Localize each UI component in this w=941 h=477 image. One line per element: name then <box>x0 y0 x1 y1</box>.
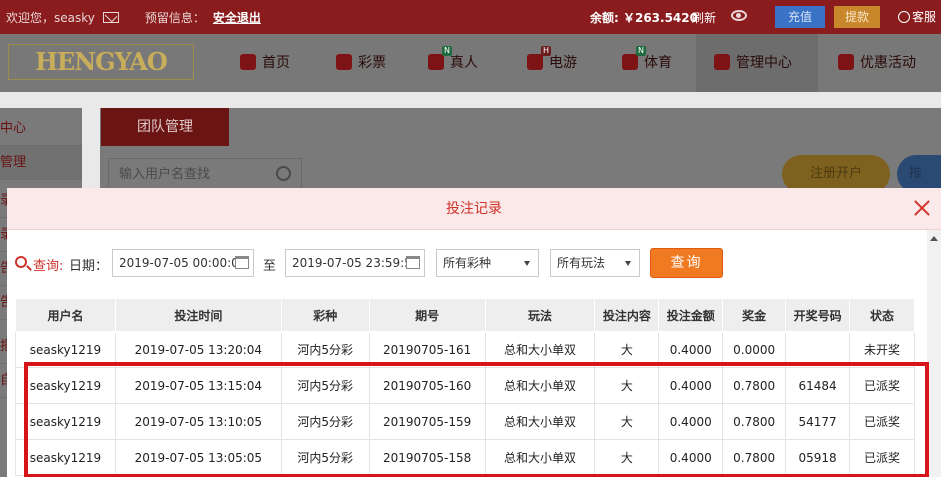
close-icon[interactable] <box>912 198 932 218</box>
date-label: 日期： <box>69 259 109 274</box>
new-badge: N <box>636 46 646 56</box>
chevron-down-icon <box>625 261 631 266</box>
reserved-info-label: 预留信息： <box>144 10 205 25</box>
recharge-button[interactable]: 充值 <box>775 6 825 28</box>
col-amount: 投注金额 <box>658 298 724 332</box>
nav-item-management[interactable]: 管理中心 <box>714 52 792 72</box>
chevron-down-icon <box>524 261 530 266</box>
filter-bar: 查询: 日期： 2019-07-05 00:00:00 至 2019-07-05… <box>7 248 927 278</box>
col-username: 用户名 <box>15 298 116 332</box>
site-logo[interactable]: HENGYAO <box>8 44 194 80</box>
ticket-icon <box>336 54 352 70</box>
customer-service-link[interactable]: 客服 <box>898 8 936 25</box>
nav-item-promotions[interactable]: 优惠活动 <box>838 52 916 72</box>
main-nav: HENGYAO 首页 彩票 N 真人 H 电游 N 体育 管理中心 优惠活动 <box>0 34 941 92</box>
chevron-up-icon[interactable] <box>930 236 938 241</box>
sidebar-item-management[interactable]: 管理 <box>0 146 82 180</box>
annotation-highlight-box <box>24 362 929 477</box>
balance-text: 余额: ￥263.5420 <box>590 10 698 25</box>
col-play: 玩法 <box>484 298 596 332</box>
col-content: 投注内容 <box>594 298 660 332</box>
col-issue: 期号 <box>368 298 486 332</box>
logout-link[interactable]: 安全退出 <box>213 9 261 26</box>
user-search-input[interactable]: 输入用户名查找 <box>108 158 302 190</box>
lottery-type-select[interactable]: 所有彩种 <box>436 249 539 277</box>
person-icon <box>898 10 910 23</box>
table-header-row: 用户名 投注时间 彩种 期号 玩法 投注内容 投注金额 奖金 开奖号码 状态 <box>15 298 915 332</box>
sidebar-item-center[interactable]: 中心 <box>0 112 82 146</box>
col-status: 状态 <box>849 298 915 332</box>
welcome-text: 欢迎您，seasky <box>6 10 95 25</box>
to-label: 至 <box>263 259 277 274</box>
nav-item-live[interactable]: N 真人 <box>428 46 478 72</box>
calendar-icon[interactable] <box>235 256 249 269</box>
new-badge: N <box>442 46 452 56</box>
start-date-input[interactable]: 2019-07-05 00:00:00 <box>112 249 254 277</box>
end-date-input[interactable]: 2019-07-05 23:59:59 <box>285 249 425 277</box>
modal-scrollbar[interactable] <box>927 230 941 477</box>
nav-item-lottery[interactable]: 彩票 <box>336 52 386 72</box>
query-label: 查询: <box>33 259 64 274</box>
calendar-icon[interactable] <box>406 256 420 269</box>
top-bar: 欢迎您，seasky 预留信息： 安全退出 余额: ￥263.5420 刷新 充… <box>0 0 941 34</box>
tab-team-management[interactable]: 团队管理 <box>101 108 229 146</box>
trophy-icon: N <box>622 46 646 70</box>
nav-item-sports[interactable]: N 体育 <box>622 46 672 72</box>
col-draw-number: 开奖号码 <box>785 298 851 332</box>
home-icon <box>240 54 256 70</box>
gift-icon <box>838 54 854 70</box>
col-lottery: 彩种 <box>280 298 370 332</box>
refresh-link[interactable]: 刷新 <box>692 9 716 26</box>
search-icon[interactable] <box>276 166 291 181</box>
search-icon <box>15 256 27 268</box>
nav-item-home[interactable]: 首页 <box>240 52 290 72</box>
eye-icon[interactable] <box>731 10 747 21</box>
query-button[interactable]: 查询 <box>650 248 723 278</box>
modal-title: 投注记录 <box>446 201 502 217</box>
col-bet-time: 投注时间 <box>114 298 282 332</box>
withdraw-button[interactable]: 提款 <box>834 6 880 28</box>
mail-icon[interactable] <box>102 11 119 23</box>
slot-icon: H <box>527 46 551 70</box>
play-type-select[interactable]: 所有玩法 <box>550 249 640 277</box>
nav-item-slots[interactable]: H 电游 <box>527 46 577 72</box>
col-prize: 奖金 <box>722 298 787 332</box>
live-icon: N <box>428 46 452 70</box>
hot-badge: H <box>541 46 551 56</box>
users-icon <box>714 54 730 70</box>
